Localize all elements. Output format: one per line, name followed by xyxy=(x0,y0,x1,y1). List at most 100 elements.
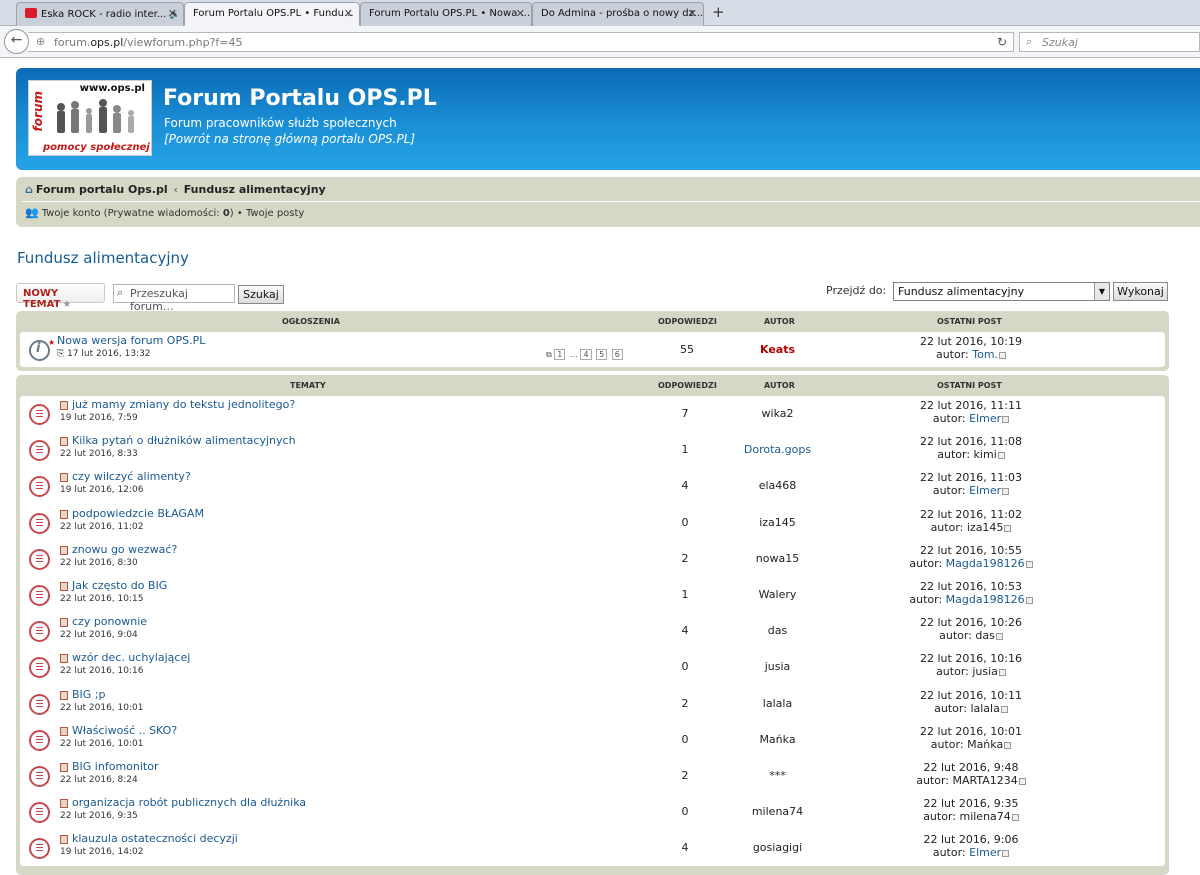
last-post-author-link[interactable]: Magda198126 xyxy=(946,593,1025,606)
page-link[interactable]: 5 xyxy=(596,349,608,360)
view-latest-post-icon[interactable] xyxy=(1018,777,1026,785)
last-post-author-link[interactable]: das xyxy=(975,629,994,642)
jump-go-button[interactable]: Wykonaj xyxy=(1113,282,1168,301)
topic-title-link[interactable]: wzór dec. uchylającej xyxy=(72,651,190,664)
site-logo[interactable]: www.ops.pl forum pomocy społecznej xyxy=(28,80,152,156)
page-link[interactable]: 6 xyxy=(611,349,623,360)
new-post-icon[interactable] xyxy=(60,545,68,555)
account-link[interactable]: Twoje konto xyxy=(42,208,101,219)
topic-title-link[interactable]: już mamy zmiany do tekstu jednolitego? xyxy=(72,398,295,411)
breadcrumb-home-link[interactable]: Forum portalu Ops.pl xyxy=(36,183,168,196)
new-post-icon[interactable] xyxy=(60,654,68,664)
topic-title-link[interactable]: BIG ;p xyxy=(72,688,106,701)
author-link[interactable]: lalala xyxy=(720,697,835,710)
view-latest-post-icon[interactable] xyxy=(1002,488,1010,496)
forum-search-input[interactable]: ⌕ Przeszukaj forum… xyxy=(113,284,235,313)
new-post-icon[interactable] xyxy=(60,401,68,410)
browser-tab-active[interactable]: Forum Portalu OPS.PL • Fundu... ✕ xyxy=(184,2,360,26)
topic-title-link[interactable]: Właściwość .. SKO? xyxy=(72,724,177,737)
topic-title-link[interactable]: czy wilczyć alimenty? xyxy=(72,470,191,483)
author-link[interactable]: Dorota.gops xyxy=(720,443,835,456)
topic-title-link[interactable]: Kilka pytań o dłużników alimentacyjnych xyxy=(72,434,296,447)
forum-search-button[interactable]: Szukaj xyxy=(238,285,284,304)
view-latest-post-icon[interactable] xyxy=(1002,416,1010,423)
new-post-icon[interactable] xyxy=(60,437,68,447)
new-post-icon[interactable] xyxy=(60,581,68,591)
view-latest-post-icon[interactable] xyxy=(995,633,1003,641)
jump-to-select[interactable]: Fundusz alimentacyjny ▼ xyxy=(893,282,1110,301)
address-bar[interactable]: ⊕ forum.ops.pl/viewforum.php?f=45 ↻ xyxy=(28,32,1014,52)
author-link[interactable]: Walery xyxy=(720,588,835,601)
last-post-author-link[interactable]: lalala xyxy=(970,702,999,715)
page-link[interactable]: 1 xyxy=(554,349,566,360)
view-latest-post-icon[interactable] xyxy=(1004,524,1012,532)
browser-tab[interactable]: Eska ROCK - radio inter... 🔊 ✕ xyxy=(16,2,184,26)
topic-title-link[interactable]: podpowiedzcie BŁAGAM xyxy=(72,507,204,520)
site-info-icon[interactable]: ⊕ xyxy=(36,35,45,48)
topic-title-link[interactable]: BIG infomonitor xyxy=(72,760,158,773)
view-latest-post-icon[interactable] xyxy=(1025,596,1033,604)
view-latest-post-icon[interactable] xyxy=(1025,560,1033,568)
last-post-author-link[interactable]: jusia xyxy=(972,665,998,678)
breadcrumb-current-link[interactable]: Fundusz alimentacyjny xyxy=(184,183,326,196)
view-latest-post-icon[interactable] xyxy=(1004,741,1012,749)
author-link[interactable]: ela468 xyxy=(720,479,835,492)
new-post-icon[interactable] xyxy=(60,690,68,700)
author-link[interactable]: Mańka xyxy=(720,733,835,746)
topic-title-link[interactable]: Jak często do BIG xyxy=(72,579,167,592)
close-tab-icon[interactable]: ✕ xyxy=(168,7,177,20)
author-link[interactable]: Keats xyxy=(720,343,835,356)
author-link[interactable]: nowa15 xyxy=(720,552,835,565)
browser-tab[interactable]: Do Admina - prośba o nowy dz... ✕ xyxy=(532,2,704,26)
view-latest-post-icon[interactable] xyxy=(1011,814,1019,822)
author-link[interactable]: jusia xyxy=(720,660,835,673)
site-title[interactable]: Forum Portalu OPS.PL xyxy=(163,86,437,111)
browser-tab[interactable]: Forum Portalu OPS.PL • Nowa ... ✕ xyxy=(360,2,532,26)
back-button[interactable]: ← xyxy=(4,29,29,54)
last-post-author-link[interactable]: Tom. xyxy=(972,348,998,361)
page-title[interactable]: Fundusz alimentacyjny xyxy=(17,249,189,267)
author-link[interactable]: *** xyxy=(720,769,835,782)
browser-search-box[interactable]: ⌕ Szukaj xyxy=(1019,32,1200,52)
last-post-author-link[interactable]: Magda198126 xyxy=(946,557,1025,570)
new-post-icon[interactable] xyxy=(60,618,68,628)
page-link[interactable]: 4 xyxy=(580,349,592,360)
author-link[interactable]: milena74 xyxy=(720,805,835,818)
author-link[interactable]: wika2 xyxy=(720,407,835,420)
close-tab-icon[interactable]: ✕ xyxy=(516,7,525,20)
last-post-author-link[interactable]: milena74 xyxy=(959,810,1010,823)
view-latest-post-icon[interactable] xyxy=(999,352,1007,359)
reload-icon[interactable]: ↻ xyxy=(997,35,1007,49)
view-latest-post-icon[interactable] xyxy=(1002,850,1010,858)
topic-title-link[interactable]: klauzula ostateczności decyzji xyxy=(72,832,238,845)
topic-title-link[interactable]: organizacja robót publicznych dla dłużni… xyxy=(72,796,306,809)
last-post-author-link[interactable]: Mańka xyxy=(967,738,1003,751)
close-tab-icon[interactable]: ✕ xyxy=(688,7,697,20)
view-latest-post-icon[interactable] xyxy=(1000,705,1008,713)
topic-title-link[interactable]: Nowa wersja forum OPS.PL xyxy=(57,334,205,347)
topic-title-link[interactable]: znowu go wezwać? xyxy=(72,543,177,556)
last-post-author-link[interactable]: Elmer xyxy=(969,412,1001,425)
pm-count[interactable]: 0 xyxy=(223,208,230,219)
last-post-author-link[interactable]: MARTA1234 xyxy=(953,774,1018,787)
topic-title-link[interactable]: czy ponownie xyxy=(72,615,147,628)
last-post-author-link[interactable]: kimi xyxy=(974,448,997,461)
back-to-portal-link[interactable]: [Powrót na stronę główną portalu OPS.PL] xyxy=(164,132,415,146)
author-link[interactable]: iza145 xyxy=(720,516,835,529)
close-tab-icon[interactable]: ✕ xyxy=(344,7,353,20)
new-tab-button[interactable]: + xyxy=(712,3,725,21)
author-link[interactable]: gosiagigi xyxy=(720,841,835,854)
last-post-author-link[interactable]: iza145 xyxy=(967,521,1004,534)
new-post-icon[interactable] xyxy=(60,762,68,772)
new-post-icon[interactable] xyxy=(60,799,68,809)
author-link[interactable]: das xyxy=(720,624,835,637)
new-post-icon[interactable] xyxy=(60,509,68,519)
view-latest-post-icon[interactable] xyxy=(998,669,1006,677)
your-posts-link[interactable]: Twoje posty xyxy=(246,208,304,219)
new-topic-button[interactable]: NOWY TEMAT ★ xyxy=(16,283,105,310)
new-post-icon[interactable] xyxy=(60,473,68,483)
last-post-author-link[interactable]: Elmer xyxy=(969,484,1001,497)
new-post-icon[interactable] xyxy=(60,726,68,736)
new-post-icon[interactable] xyxy=(60,835,68,845)
view-latest-post-icon[interactable] xyxy=(997,452,1005,460)
